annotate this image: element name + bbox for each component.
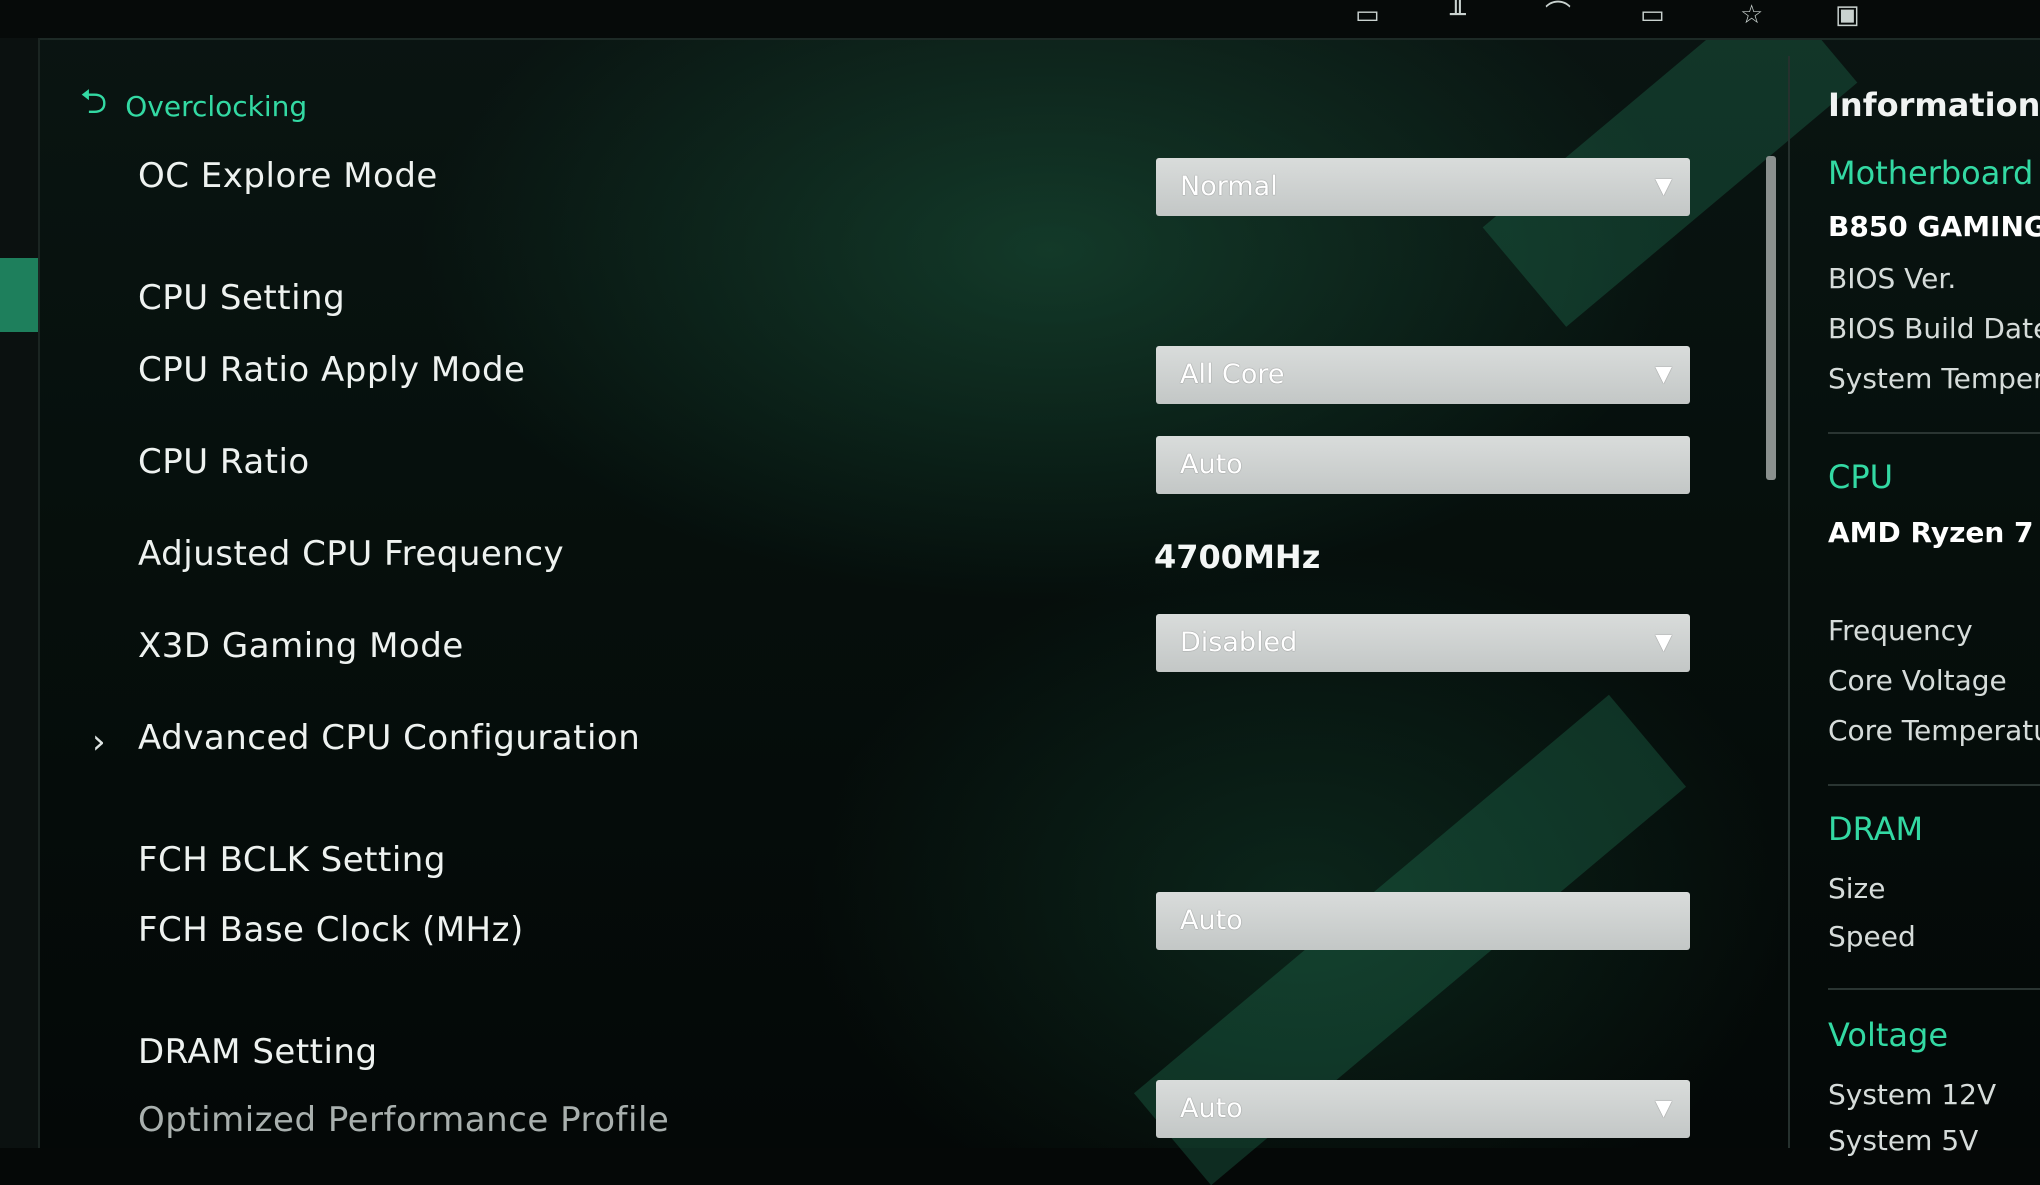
- info-core-voltage: Core Voltage: [1828, 664, 2007, 697]
- section-dram-setting: DRAM Setting: [138, 1032, 378, 1072]
- toolbar-icon[interactable]: ▭: [1640, 2, 1665, 28]
- info-system-5v: System 5V: [1828, 1124, 1979, 1157]
- info-separator: [1828, 784, 2040, 786]
- toolbar-icon[interactable]: ╨: [1450, 2, 1466, 28]
- info-cpu-model: AMD Ryzen 7 98: [1828, 516, 2040, 549]
- oc-explore-mode-value: Normal: [1180, 171, 1278, 202]
- cpu-ratio-input[interactable]: Auto: [1156, 436, 1690, 494]
- panel-divider: [1788, 56, 1790, 1148]
- x3d-gaming-mode-dropdown[interactable]: Disabled ▼: [1156, 614, 1690, 672]
- info-core-temperature: Core Temperatu: [1828, 714, 2040, 747]
- fch-base-clock-input[interactable]: Auto: [1156, 892, 1690, 950]
- advanced-cpu-configuration-link[interactable]: Advanced CPU Configuration: [138, 718, 640, 758]
- info-separator: [1828, 432, 2040, 434]
- cpu-ratio-label: CPU Ratio: [138, 442, 310, 482]
- scrollbar-thumb[interactable]: [1766, 156, 1776, 480]
- info-bios-build-date: BIOS Build Date: [1828, 312, 2040, 345]
- info-system-12v: System 12V: [1828, 1078, 1997, 1111]
- x3d-gaming-mode-label: X3D Gaming Mode: [138, 626, 464, 666]
- chevron-right-icon[interactable]: ›: [92, 722, 106, 762]
- triangle-down-icon: ▼: [1655, 362, 1672, 387]
- optimized-performance-profile-label: Optimized Performance Profile: [138, 1100, 670, 1140]
- toolbar-icon[interactable]: ▭: [1355, 2, 1380, 28]
- top-bar: ▭ ╨ ⌒ ▭ ☆ ▣: [0, 0, 2040, 40]
- triangle-down-icon: ▼: [1655, 1096, 1672, 1121]
- adjusted-cpu-frequency-value: 4700MHz: [1154, 538, 1321, 576]
- cpu-ratio-apply-mode-label: CPU Ratio Apply Mode: [138, 350, 526, 390]
- info-cpu-frequency: Frequency: [1828, 614, 1973, 647]
- section-fch-bclk-setting: FCH BCLK Setting: [138, 840, 446, 880]
- fch-base-clock-value: Auto: [1180, 905, 1243, 936]
- section-cpu-setting: CPU Setting: [138, 278, 346, 318]
- info-motherboard-heading: Motherboard: [1828, 154, 2034, 192]
- fch-base-clock-label: FCH Base Clock (MHz): [138, 910, 524, 950]
- info-separator: [1828, 988, 2040, 990]
- info-system-temperature: System Temper: [1828, 362, 2040, 395]
- x3d-gaming-mode-value: Disabled: [1180, 627, 1298, 658]
- oc-explore-mode-dropdown[interactable]: Normal ▼: [1156, 158, 1690, 216]
- info-bios-ver: BIOS Ver.: [1828, 262, 1957, 295]
- info-voltage-heading: Voltage: [1828, 1016, 1949, 1054]
- info-panel-title: Information: [1828, 86, 2040, 124]
- cpu-ratio-apply-mode-value: All Core: [1180, 359, 1285, 390]
- breadcrumb[interactable]: ⮌ Overclocking: [80, 78, 307, 135]
- info-dram-heading: DRAM: [1828, 810, 1924, 848]
- back-arrow-icon[interactable]: ⮌: [80, 78, 107, 135]
- info-dram-size: Size: [1828, 872, 1886, 905]
- cpu-ratio-apply-mode-dropdown[interactable]: All Core ▼: [1156, 346, 1690, 404]
- triangle-down-icon: ▼: [1655, 174, 1672, 199]
- info-dram-speed: Speed: [1828, 920, 1916, 953]
- left-rail: [0, 38, 40, 1148]
- breadcrumb-title: Overclocking: [125, 90, 308, 123]
- left-rail-active-indicator: [0, 258, 38, 332]
- adjusted-cpu-frequency-label: Adjusted CPU Frequency: [138, 534, 565, 574]
- info-motherboard-model: B850 GAMING P: [1828, 210, 2040, 243]
- oc-explore-mode-label: OC Explore Mode: [138, 156, 438, 196]
- optimized-performance-profile-value: Auto: [1180, 1093, 1243, 1124]
- optimized-performance-profile-dropdown[interactable]: Auto ▼: [1156, 1080, 1690, 1138]
- cpu-ratio-value: Auto: [1180, 449, 1243, 480]
- toolbar-icon[interactable]: ▣: [1835, 2, 1860, 28]
- info-cpu-heading: CPU: [1828, 458, 1894, 496]
- triangle-down-icon: ▼: [1655, 630, 1672, 655]
- star-icon[interactable]: ☆: [1740, 2, 1763, 28]
- toolbar-icon[interactable]: ⌒: [1545, 2, 1571, 28]
